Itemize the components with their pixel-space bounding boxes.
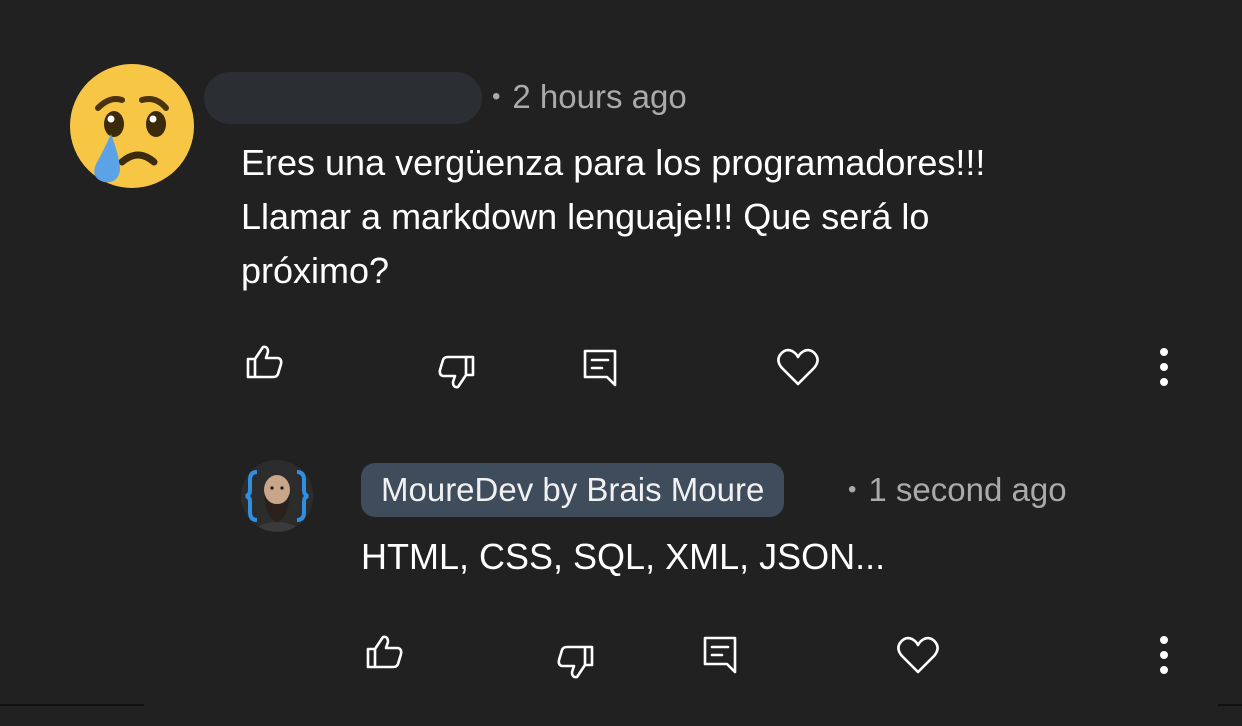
- divider-left: [0, 704, 144, 706]
- reply-more-options-button[interactable]: [1148, 632, 1180, 678]
- thumbs-down-icon: [557, 645, 594, 679]
- more-options-button[interactable]: [1148, 344, 1180, 390]
- reply-author-chip[interactable]: MoureDev by Brais Moure: [361, 463, 785, 517]
- reply-author-avatar[interactable]: [241, 460, 313, 532]
- separator-dot: •: [848, 476, 857, 503]
- reply-like-button[interactable]: [360, 630, 408, 674]
- thumbs-down-icon: [438, 355, 475, 389]
- separator-dot: •: [492, 83, 501, 110]
- thumbs-up-icon: [246, 345, 283, 379]
- reply-time: 1 second ago: [868, 471, 1067, 508]
- commenter-avatar[interactable]: [68, 62, 196, 190]
- more-vertical-icon: [1160, 636, 1168, 674]
- reply-meta: • 1 second ago: [848, 470, 1067, 510]
- mouredev-avatar-icon: [241, 460, 313, 532]
- reply-icon: [703, 636, 737, 674]
- reply-text: HTML, CSS, SQL, XML, JSON...: [361, 536, 886, 577]
- reply-reply-button[interactable]: [698, 632, 742, 678]
- heart-button[interactable]: [774, 344, 822, 390]
- redacted-username: [204, 72, 482, 124]
- heart-icon: [897, 636, 939, 674]
- divider-right: [1218, 704, 1242, 706]
- crying-face-emoji-icon: [70, 64, 194, 188]
- reply-button[interactable]: [578, 345, 622, 391]
- comment-time: 2 hours ago: [512, 78, 687, 115]
- reply-icon: [583, 349, 617, 387]
- comment-text: Eres una vergüenza para los programadore…: [241, 142, 986, 291]
- reply-heart-button[interactable]: [894, 632, 942, 678]
- thumbs-up-icon: [366, 635, 403, 669]
- comment-meta: • 2 hours ago: [492, 77, 687, 117]
- heart-icon: [777, 348, 819, 386]
- dislike-button[interactable]: [433, 350, 481, 394]
- like-button[interactable]: [240, 340, 288, 384]
- more-vertical-icon: [1160, 348, 1168, 386]
- reply-dislike-button[interactable]: [552, 640, 600, 684]
